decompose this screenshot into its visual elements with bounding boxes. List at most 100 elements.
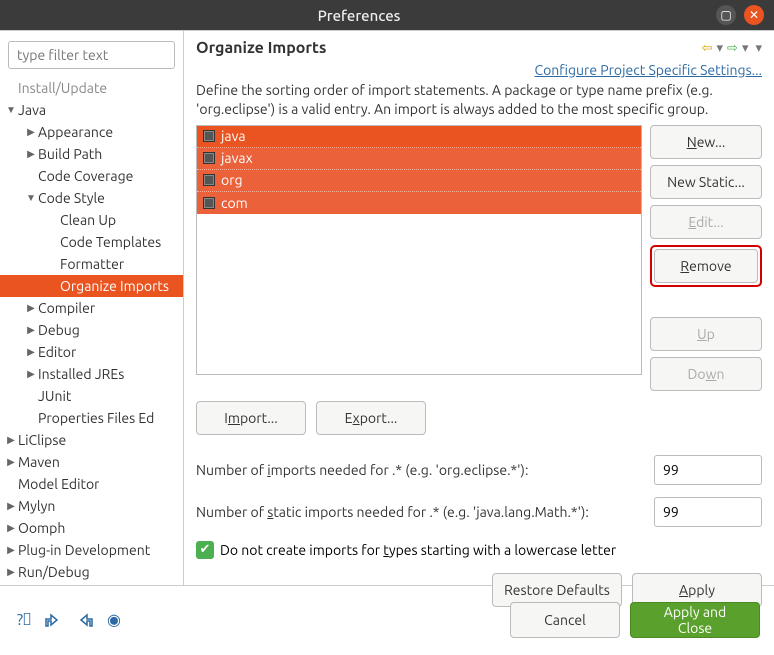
twisty-icon[interactable]: ▶	[4, 434, 18, 446]
tree-node[interactable]: Model Editor	[0, 473, 183, 495]
apply-close-button[interactable]: Apply and Close	[630, 602, 760, 638]
list-item-label: com	[221, 195, 248, 211]
description-text: Define the sorting order of import state…	[196, 81, 762, 119]
tree-node[interactable]: Organize Imports	[0, 275, 183, 297]
tree-node[interactable]: ▶Installed JREs	[0, 363, 183, 385]
list-item[interactable]: org	[197, 170, 641, 192]
tree-node-label: Compiler	[38, 300, 95, 316]
twisty-icon[interactable]: ▶	[24, 126, 38, 138]
tree-node[interactable]: ▶Compiler	[0, 297, 183, 319]
package-icon	[203, 197, 215, 209]
help-icon[interactable]: ?⃝	[14, 610, 34, 630]
tree-node-label: Plug-in Development	[18, 542, 150, 558]
tree-node[interactable]: ▶Oomph	[0, 517, 183, 539]
import-order-list[interactable]: java javax org com	[196, 125, 642, 375]
preference-tree[interactable]: Install/Update▼Java▶Appearance▶Build Pat…	[0, 73, 183, 585]
back-menu-icon[interactable]: ▾	[717, 41, 724, 56]
tree-node-label: LiClipse	[18, 432, 66, 448]
tree-node-label: Mylyn	[18, 498, 55, 514]
tree-node-label: Clean Up	[60, 212, 116, 228]
tree-node[interactable]: ▼Java	[0, 99, 183, 121]
num-static-input[interactable]	[654, 497, 762, 527]
filter-input[interactable]	[8, 41, 175, 69]
twisty-icon[interactable]: ▶	[4, 566, 18, 578]
new-button[interactable]: New...	[650, 125, 762, 159]
list-item[interactable]: javax	[197, 148, 641, 170]
list-item[interactable]: com	[197, 192, 641, 214]
tree-node-label: Organize Imports	[60, 278, 169, 294]
tree-node-label: Java	[18, 102, 46, 118]
twisty-icon[interactable]: ▶	[24, 302, 38, 314]
down-button[interactable]: Down	[650, 357, 762, 391]
minimize-icon[interactable]: ▢	[716, 5, 736, 25]
tree-node[interactable]: Formatter	[0, 253, 183, 275]
tree-node[interactable]: ▶Build Path	[0, 143, 183, 165]
edit-button[interactable]: Edit...	[650, 205, 762, 239]
package-icon	[203, 152, 215, 164]
new-static-button[interactable]: New Static...	[650, 165, 762, 199]
tree-node-label: Code Style	[38, 190, 105, 206]
forward-menu-icon[interactable]: ▾	[742, 41, 749, 56]
oomph-record-icon[interactable]: ◉	[104, 610, 124, 630]
tree-node[interactable]: ▶Debug	[0, 319, 183, 341]
window-title: Preferences	[10, 7, 708, 24]
tree-node-label: Oomph	[18, 520, 65, 536]
twisty-icon[interactable]: ▶	[24, 346, 38, 358]
up-button[interactable]: Up	[650, 317, 762, 351]
remove-button[interactable]: Remove	[654, 249, 758, 283]
tree-node[interactable]: ▶Maven	[0, 451, 183, 473]
tree-node-label: Installed JREs	[38, 366, 124, 382]
import-prefs-icon[interactable]	[44, 610, 64, 630]
tree-node-label: Appearance	[38, 124, 113, 140]
twisty-icon[interactable]: ▼	[4, 104, 18, 116]
export-prefs-icon[interactable]	[74, 610, 94, 630]
num-imports-input[interactable]	[654, 455, 762, 485]
lowercase-checkbox[interactable]: ✔	[196, 541, 214, 559]
tree-node[interactable]: ▶Mylyn	[0, 495, 183, 517]
tree-node-label: Code Coverage	[38, 168, 133, 184]
tree-node[interactable]: Install/Update	[0, 77, 183, 99]
history-nav: ⇦ ▾ ⇨ ▾ ▾	[702, 41, 762, 56]
twisty-icon[interactable]: ▶	[4, 544, 18, 556]
tree-node[interactable]: Code Templates	[0, 231, 183, 253]
twisty-icon[interactable]: ▼	[24, 192, 38, 204]
tree-node-label: Maven	[18, 454, 60, 470]
tree-node[interactable]: ▼Code Style	[0, 187, 183, 209]
list-item-label: org	[221, 172, 243, 188]
forward-icon[interactable]: ⇨	[727, 41, 738, 56]
tree-node[interactable]: ▶Appearance	[0, 121, 183, 143]
tree-node[interactable]: Code Coverage	[0, 165, 183, 187]
page-title: Organize Imports	[196, 39, 702, 57]
cancel-button[interactable]: Cancel	[510, 602, 620, 638]
import-button[interactable]: Import...	[196, 401, 306, 435]
twisty-icon[interactable]: ▶	[4, 456, 18, 468]
tree-node[interactable]: ▶Plug-in Development	[0, 539, 183, 561]
twisty-icon[interactable]: ▶	[24, 368, 38, 380]
tree-node[interactable]: ▶LiClipse	[0, 429, 183, 451]
view-menu-icon[interactable]: ▾	[752, 41, 762, 56]
tree-node-label: Editor	[38, 344, 76, 360]
export-button[interactable]: Export...	[316, 401, 426, 435]
list-item-label: javax	[221, 150, 253, 166]
list-item[interactable]: java	[197, 126, 641, 148]
tree-node-label: Debug	[38, 322, 80, 338]
tree-node-label: Properties Files Ed	[38, 410, 154, 426]
tree-node-label: Formatter	[60, 256, 124, 272]
close-icon[interactable]: ✕	[744, 5, 764, 25]
tree-node[interactable]: Properties Files Ed	[0, 407, 183, 429]
tree-node[interactable]: ▶Editor	[0, 341, 183, 363]
lowercase-checkbox-label: Do not create imports for types starting…	[220, 542, 616, 558]
back-icon[interactable]: ⇦	[702, 41, 713, 56]
tree-node-label: JUnit	[38, 388, 71, 404]
num-static-label: Number of static imports needed for .* (…	[196, 504, 654, 520]
twisty-icon[interactable]: ▶	[4, 500, 18, 512]
tree-node[interactable]: JUnit	[0, 385, 183, 407]
remove-highlight: Remove	[650, 245, 762, 287]
twisty-icon[interactable]: ▶	[24, 148, 38, 160]
tree-node[interactable]: Clean Up	[0, 209, 183, 231]
twisty-icon[interactable]: ▶	[4, 522, 18, 534]
configure-project-link[interactable]: Configure Project Specific Settings...	[535, 62, 763, 78]
list-item-label: java	[221, 128, 246, 144]
twisty-icon[interactable]: ▶	[24, 324, 38, 336]
tree-node[interactable]: ▶Run/Debug	[0, 561, 183, 583]
